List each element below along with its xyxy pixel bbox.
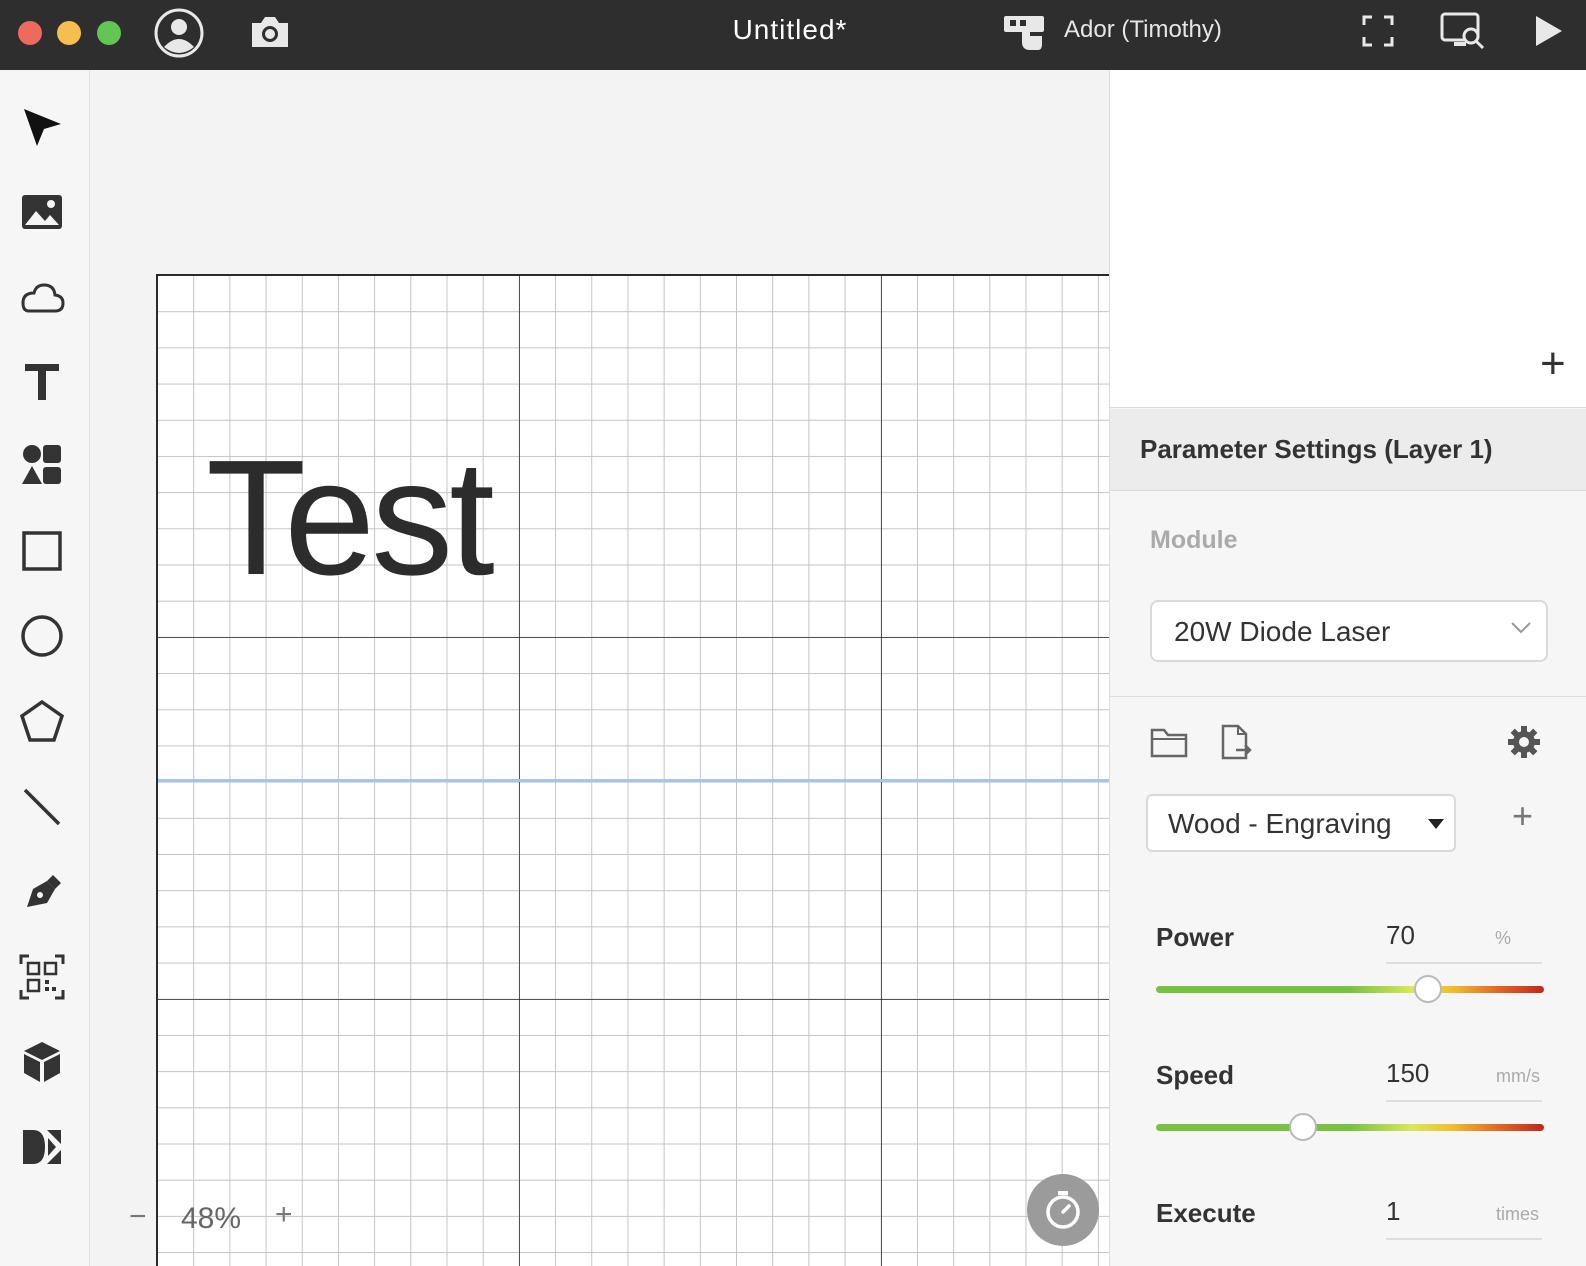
- layer-list[interactable]: +: [1110, 70, 1586, 408]
- pen-tool[interactable]: [17, 867, 67, 917]
- zoom-level[interactable]: 48%: [181, 1202, 241, 1236]
- stopwatch-icon: [1046, 1191, 1080, 1229]
- preset-select[interactable]: Wood - Engraving: [1146, 794, 1456, 852]
- zoom-out-button[interactable]: −: [129, 1200, 147, 1234]
- profile-icon[interactable]: [153, 7, 205, 59]
- chevron-down-icon: [1511, 622, 1531, 634]
- module-select[interactable]: 20W Diode Laser: [1150, 600, 1548, 662]
- dmkt-tool[interactable]: [17, 1122, 67, 1172]
- preset-value: Wood - Engraving: [1168, 808, 1392, 839]
- text-icon: [25, 364, 59, 400]
- zoom-in-button[interactable]: +: [275, 1198, 293, 1232]
- speed-unit: mm/s: [1496, 1066, 1540, 1086]
- polygon-tool[interactable]: [17, 697, 67, 747]
- document-title: Untitled*: [732, 14, 848, 45]
- polygon-icon: [19, 699, 65, 742]
- panel-title: Parameter Settings (Layer 1): [1140, 434, 1493, 464]
- divider: [1110, 696, 1586, 697]
- module-label: Module: [1150, 526, 1238, 554]
- maximize-window-button[interactable]: [97, 21, 121, 45]
- execute-input-underline: [1386, 1238, 1542, 1240]
- execute-input[interactable]: 1: [1386, 1196, 1400, 1227]
- power-label: Power: [1156, 922, 1235, 952]
- cube-icon: [24, 1042, 60, 1082]
- pen-icon: [27, 875, 61, 907]
- close-window-button[interactable]: [18, 21, 42, 45]
- canvas-text-object[interactable]: Test: [206, 436, 495, 600]
- image-icon: [22, 195, 62, 229]
- preview-icon[interactable]: [1440, 12, 1488, 50]
- add-preset-button[interactable]: +: [1512, 798, 1533, 834]
- add-layer-button[interactable]: +: [1540, 342, 1566, 386]
- ellipse-icon: [21, 615, 63, 657]
- cursor-arrow-icon: [24, 109, 61, 146]
- left-toolbar: [0, 70, 90, 1266]
- box-generator-tool[interactable]: [17, 1037, 67, 1087]
- gear-icon[interactable]: [1506, 724, 1542, 760]
- power-unit: %: [1495, 928, 1512, 948]
- power-input-underline: [1386, 962, 1542, 964]
- machine-name[interactable]: Ador (Timothy): [1064, 16, 1222, 44]
- image-tool[interactable]: [17, 187, 67, 237]
- text-tool[interactable]: [17, 356, 67, 406]
- speed-slider[interactable]: [1156, 1113, 1544, 1141]
- rectangle-tool[interactable]: [17, 526, 67, 576]
- line-icon: [23, 788, 61, 826]
- select-tool[interactable]: [17, 102, 67, 152]
- power-slider-handle[interactable]: [1413, 975, 1442, 1003]
- cloud-tool[interactable]: [17, 273, 67, 323]
- line-tool[interactable]: [17, 782, 67, 832]
- export-file-icon[interactable]: [1220, 724, 1252, 760]
- speed-input[interactable]: 150: [1386, 1058, 1429, 1089]
- folder-icon[interactable]: [1150, 726, 1188, 758]
- frame-icon[interactable]: [1362, 15, 1394, 47]
- title-bar: Untitled* Ador (Timothy): [0, 0, 1586, 70]
- canvas-area[interactable]: Test − 48% +: [91, 70, 1109, 1266]
- caret-down-icon: [1428, 819, 1444, 829]
- speed-input-underline: [1386, 1100, 1542, 1102]
- time-estimate-button[interactable]: [1027, 1174, 1099, 1246]
- power-slider[interactable]: [1156, 975, 1544, 1003]
- rectangle-icon: [22, 531, 62, 571]
- cloud-icon: [21, 283, 65, 313]
- execute-label: Execute: [1156, 1198, 1256, 1228]
- execute-unit: times: [1496, 1204, 1540, 1224]
- work-area-grid[interactable]: Test: [156, 274, 1109, 1266]
- ellipse-tool[interactable]: [17, 611, 67, 661]
- play-icon[interactable]: [1534, 14, 1564, 48]
- shapes-icon: [22, 445, 61, 484]
- minimize-window-button[interactable]: [57, 21, 81, 45]
- power-input[interactable]: 70: [1386, 920, 1415, 951]
- elements-tool[interactable]: [17, 440, 67, 490]
- speed-slider-handle[interactable]: [1289, 1113, 1318, 1141]
- dmkt-icon: [23, 1130, 61, 1164]
- right-panel: + Parameter Settings (Layer 1) Module 20…: [1109, 70, 1586, 1266]
- parameter-settings-header: Parameter Settings (Layer 1): [1110, 409, 1586, 491]
- module-value: 20W Diode Laser: [1174, 616, 1391, 647]
- qr-code-icon: [19, 954, 65, 1000]
- qr-code-tool[interactable]: [17, 952, 67, 1002]
- machine-icon[interactable]: [1002, 12, 1048, 52]
- camera-icon[interactable]: [248, 14, 292, 50]
- guide-line[interactable]: [158, 779, 1109, 782]
- speed-label: Speed: [1156, 1060, 1235, 1090]
